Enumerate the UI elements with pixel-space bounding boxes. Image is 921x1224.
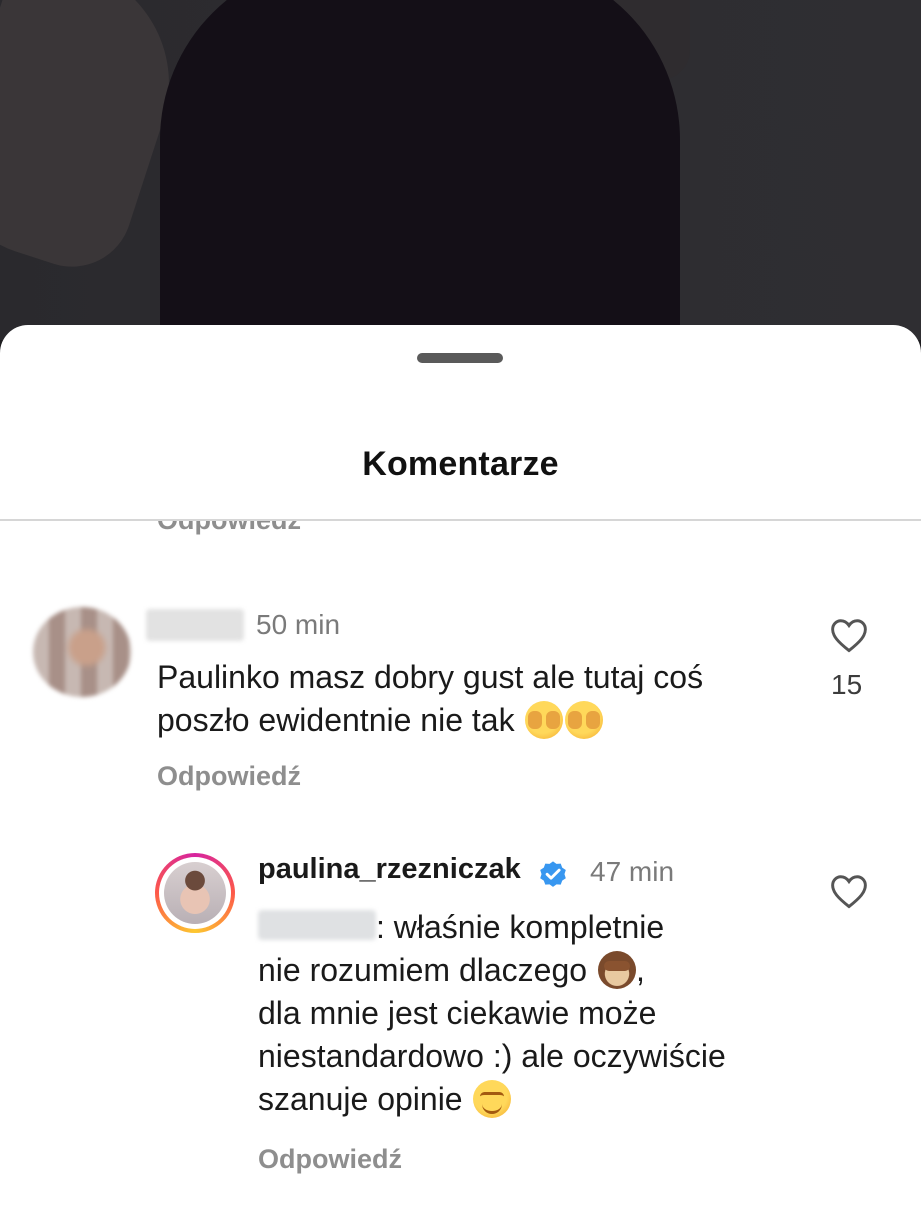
drag-handle[interactable] [417,353,503,363]
comment-text-line: poszło ewidentnie nie tak [157,699,703,742]
sheet-title: Komentarze [362,445,559,483]
avatar[interactable] [155,853,235,933]
comment-time: 50 min [256,609,341,640]
comment-text-segment: , [635,952,645,988]
verified-badge-icon [540,861,566,887]
post-image-backdrop [0,0,921,340]
heart-icon[interactable] [829,873,869,909]
comment-text-line: niestandardowo :) ale oczywiście [258,1038,726,1074]
avatar[interactable] [33,607,131,697]
comment-time: 47 min [590,856,675,887]
comment-text-line: Paulinko masz dobry gust ale tutaj coś [157,659,704,695]
heart-icon[interactable] [829,617,869,653]
smiling-face-icon [473,1080,512,1118]
comment-text: : właśnie kompletnie nie rozumiem dlacze… [258,906,726,1121]
username-redacted[interactable] [146,609,244,641]
comments-list[interactable]: Odpowiedź 50 min Paulinko masz dobry gus… [0,521,921,1224]
face-peeking-icon [525,701,564,739]
comment-text-line: szanuje opinie [258,1078,726,1121]
comment-text-line: : właśnie kompletnie [376,909,665,945]
post-image-dress [160,0,680,340]
comment-text: Paulinko masz dobry gust ale tutaj coś p… [157,656,703,742]
reply-button[interactable]: Odpowiedź [157,761,301,792]
comment-text-segment: szanuje opinie [258,1081,463,1117]
see-no-evil-monkey-icon [597,951,636,989]
like-count: 15 [831,669,863,700]
reply-button[interactable]: Odpowiedź [258,1144,402,1175]
avatar-photo [164,862,226,924]
comment-text-line: dla mnie jest ciekawie może [258,995,657,1031]
comment-username[interactable]: paulina_rzezniczak [258,853,521,886]
clipped-reply-button[interactable]: Odpowiedź [157,521,301,536]
comment-text-segment: nie rozumiem dlaczego [258,952,588,988]
comment-text-segment: poszło ewidentnie nie tak [157,702,515,738]
comments-sheet: Komentarze Odpowiedź 50 min Paulinko mas… [0,325,921,1224]
face-peeking-icon [565,701,604,739]
comment-text-line: nie rozumiem dlaczego , [258,949,726,992]
